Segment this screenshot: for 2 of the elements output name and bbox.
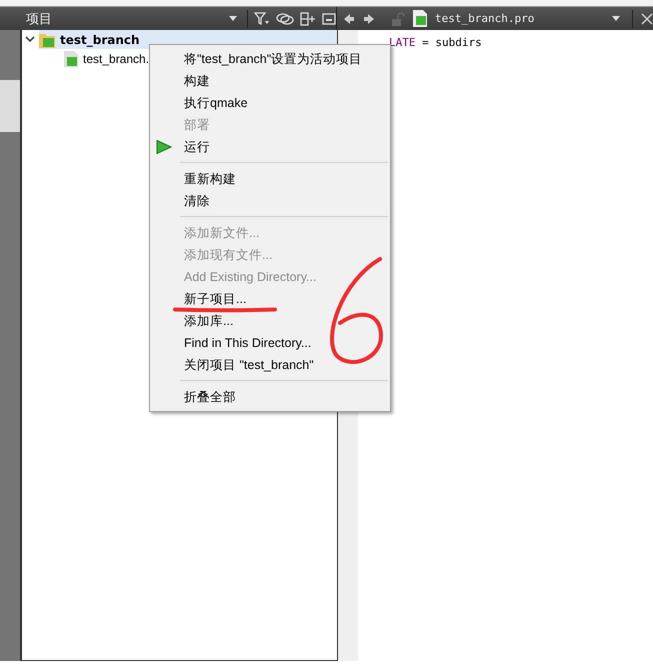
code-line: LATE = subdirs	[389, 36, 483, 49]
pane-title: 项目	[26, 10, 53, 28]
